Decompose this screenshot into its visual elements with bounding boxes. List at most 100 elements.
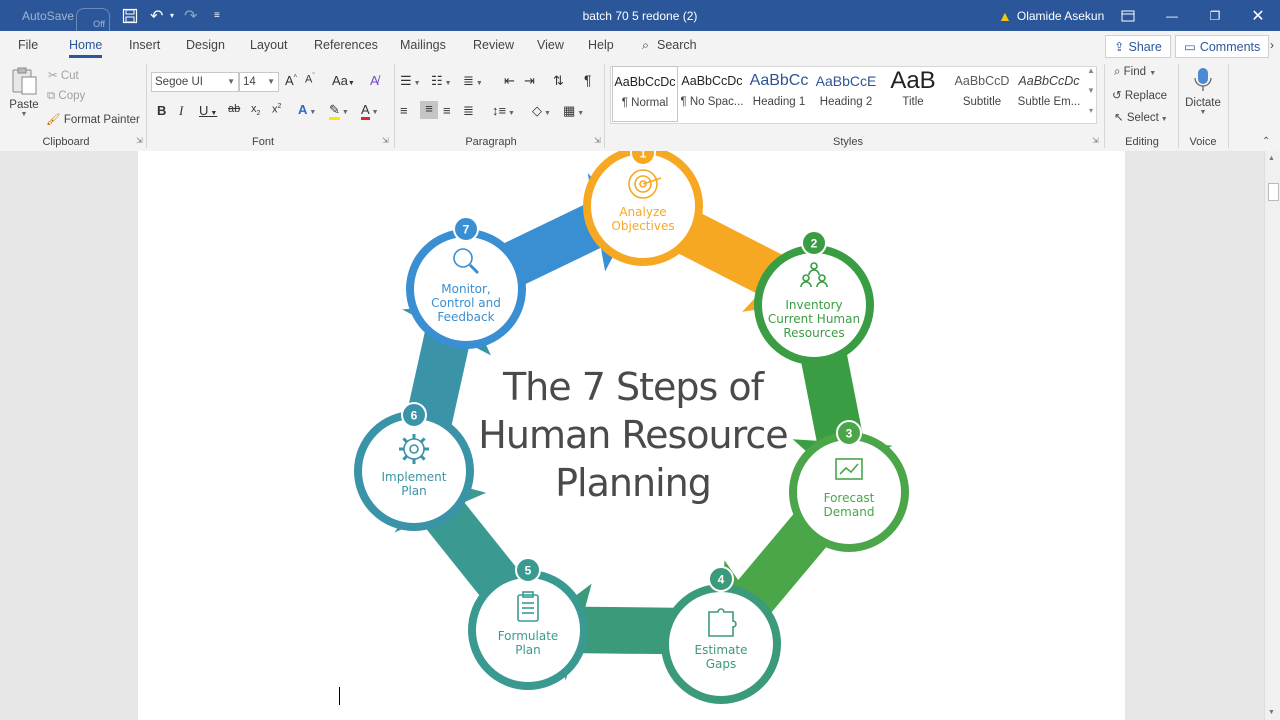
gallery-more-icon[interactable]: ▾ <box>1086 106 1096 115</box>
style-heading-1[interactable]: AaBbCc Heading 1 <box>746 66 812 122</box>
strikethrough-button[interactable]: ab <box>228 103 240 115</box>
cut-button[interactable]: ✂ Cut <box>48 68 79 82</box>
sort-icon[interactable]: ⇅ <box>553 73 564 89</box>
hr-planning-infographic[interactable]: 1 AnalyzeObjectives 2 InventoryCurrent Huma… <box>138 151 1125 720</box>
share-button[interactable]: ⇪ Share <box>1105 35 1171 58</box>
superscript-button[interactable]: x2 <box>272 103 281 116</box>
grow-font-icon[interactable]: A^ <box>285 73 297 88</box>
replace-button[interactable]: ↺ Replace <box>1112 88 1167 102</box>
bold-button[interactable]: B <box>157 103 166 118</box>
style-no-spacing[interactable]: AaBbCcDc ¶ No Spac... <box>679 66 745 122</box>
subscript-button[interactable]: x2 <box>251 103 260 117</box>
tab-file[interactable]: File <box>18 31 38 60</box>
copy-button[interactable]: ⧉ Copy <box>47 90 85 103</box>
shrink-font-icon[interactable]: Aˇ <box>305 73 315 86</box>
separator <box>1104 64 1105 148</box>
step-number: 6 <box>411 409 418 423</box>
tab-help[interactable]: Help <box>588 31 614 60</box>
select-button[interactable]: ↖ Select ▼ <box>1114 110 1168 124</box>
highlight-icon[interactable]: ✎ ▼ <box>329 102 349 120</box>
style-heading-2[interactable]: AaBbCcE Heading 2 <box>813 66 879 122</box>
scroll-down-icon[interactable]: ▼ <box>1268 709 1275 716</box>
voice-group-label: Voice <box>1189 136 1217 148</box>
bullets-icon[interactable]: ☰ ▼ <box>400 73 421 89</box>
gallery-down-icon[interactable]: ▼ <box>1086 86 1096 95</box>
step-label-line: Monitor, <box>441 282 490 296</box>
paste-button[interactable]: Paste ▼ <box>8 66 40 126</box>
style-subtle-emphasis[interactable]: AaBbCcDc Subtle Em... <box>1016 66 1082 122</box>
tab-review[interactable]: Review <box>473 31 514 60</box>
copy-label: Copy <box>58 90 86 102</box>
restore-icon[interactable]: ❐ <box>1193 0 1237 31</box>
user-name: Olamide Asekun <box>1016 8 1105 23</box>
style-name: Title <box>902 96 924 108</box>
font-size-select[interactable]: 14 ▼ <box>239 72 279 92</box>
show-formatting-icon[interactable]: ¶ <box>584 72 592 88</box>
search-box[interactable]: ⌕ Search <box>642 31 697 60</box>
paragraph-launcher-icon[interactable]: ⇲ <box>594 136 601 145</box>
separator <box>604 64 605 148</box>
find-label: Find <box>1123 66 1147 78</box>
style-normal[interactable]: AaBbCcDc ¶ Normal <box>612 66 678 122</box>
styles-launcher-icon[interactable]: ⇲ <box>1092 136 1099 145</box>
dictate-label: Dictate <box>1185 97 1221 109</box>
tab-home[interactable]: Home <box>69 31 103 60</box>
user-account[interactable]: ▲ Olamide Asekun <box>998 0 1104 31</box>
italic-button[interactable]: I <box>179 103 183 119</box>
borders-icon[interactable]: ▦ ▼ <box>563 103 584 119</box>
justify-icon[interactable]: ≣ <box>463 103 474 119</box>
underline-button[interactable]: U ▼ <box>199 103 217 118</box>
shading-icon[interactable]: ◇ ▼ <box>532 103 551 119</box>
tab-design[interactable]: Design <box>186 31 225 60</box>
font-family-select[interactable]: Segoe UI ▼ <box>151 72 239 92</box>
ribbon-scroll-icon[interactable]: › <box>1270 31 1274 60</box>
step-label-line: Demand <box>824 505 875 519</box>
ribbon-display-options-icon[interactable] <box>1106 0 1150 31</box>
clear-formatting-icon[interactable]: A̸ <box>370 73 379 88</box>
tab-references[interactable]: References <box>314 31 378 60</box>
document-page[interactable]: 1 Analyze Objectives 2 Inventory Current Huma… <box>138 151 1125 720</box>
style-title[interactable]: AaB Title <box>880 66 946 122</box>
select-label: Select <box>1126 112 1159 124</box>
step-number: 2 <box>811 237 818 251</box>
align-left-icon[interactable]: ≡ <box>400 103 408 118</box>
multilevel-list-icon[interactable]: ≣ ▼ <box>463 73 483 89</box>
infographic-title: The 7 Steps of Human Resource Planning <box>478 365 788 505</box>
clipboard-launcher-icon[interactable]: ⇲ <box>136 136 143 145</box>
format-painter-button[interactable]: 🖌 Format Painter <box>46 112 140 126</box>
tab-mailings[interactable]: Mailings <box>400 31 446 60</box>
close-icon[interactable]: ✕ <box>1236 0 1280 31</box>
scroll-up-icon[interactable]: ▲ <box>1268 155 1275 162</box>
tab-view[interactable]: View <box>537 31 564 60</box>
step-1: 1 AnalyzeObjectives <box>583 151 703 266</box>
step-label-line: Implement <box>382 470 447 484</box>
align-right-icon[interactable]: ≡ <box>443 103 451 118</box>
tab-layout[interactable]: Layout <box>250 31 288 60</box>
comment-icon: ▭ <box>1184 40 1196 54</box>
tab-insert[interactable]: Insert <box>129 31 160 60</box>
increase-indent-icon[interactable]: ⇥ <box>524 73 535 89</box>
font-launcher-icon[interactable]: ⇲ <box>382 136 389 145</box>
find-button[interactable]: ⌕ Find ▼ <box>1114 66 1156 79</box>
style-name: Heading 2 <box>819 96 873 108</box>
numbering-icon[interactable]: ☷ ▼ <box>431 73 452 89</box>
change-case-icon[interactable]: Aa▼ <box>332 73 355 88</box>
comments-button[interactable]: ▭ Comments <box>1175 35 1270 58</box>
text-effects-icon[interactable]: A ▼ <box>298 102 316 117</box>
step-label-line: Objectives <box>611 219 674 233</box>
vertical-scrollbar[interactable]: ▲ ▼ <box>1264 151 1280 720</box>
step-2: 2 InventoryCurrent HumanResources <box>754 230 874 365</box>
minimize-icon[interactable]: — <box>1150 0 1194 31</box>
chevron-down-icon: ▼ <box>1199 109 1207 116</box>
decrease-indent-icon[interactable]: ⇤ <box>504 73 515 89</box>
line-spacing-icon[interactable]: ↕≡ ▼ <box>492 103 515 118</box>
dictate-button[interactable]: Dictate ▼ <box>1183 66 1223 116</box>
align-center-icon[interactable]: ≡ <box>420 101 438 119</box>
style-name: Subtitle <box>962 96 1002 108</box>
scrollbar-thumb[interactable] <box>1268 183 1279 201</box>
gallery-up-icon[interactable]: ▲ <box>1086 66 1096 75</box>
cursor-arrow-icon: ↖ <box>1114 112 1124 124</box>
font-color-icon[interactable]: A ▼ <box>361 102 379 120</box>
style-subtitle[interactable]: AaBbCcD Subtitle <box>949 66 1015 122</box>
collapse-ribbon-icon[interactable]: ⌃ <box>1262 136 1270 147</box>
